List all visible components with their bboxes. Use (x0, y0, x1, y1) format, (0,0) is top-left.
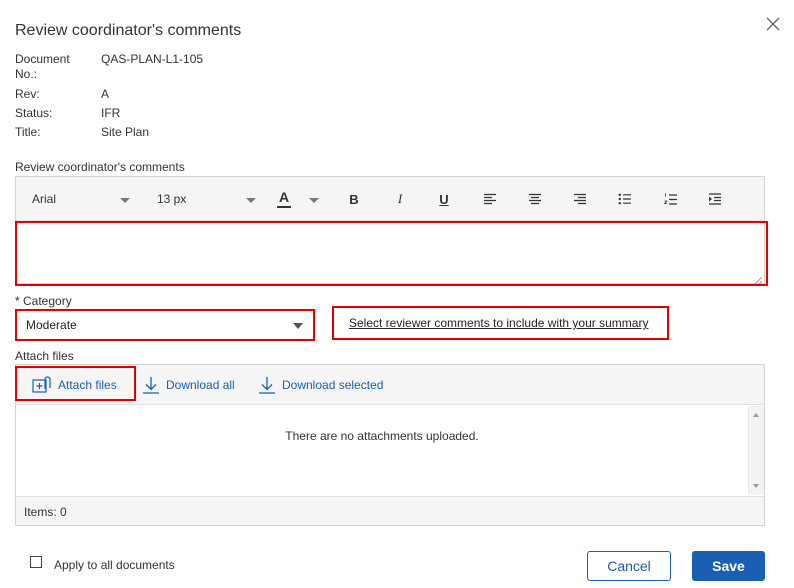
font-color-button[interactable]: A (271, 177, 297, 221)
chevron-down-icon (120, 198, 130, 203)
highlight-box (15, 309, 315, 341)
editor-toolbar: Arial 13 px A B I U (16, 177, 764, 221)
highlight-box (332, 306, 669, 340)
title-label: Title: (15, 125, 41, 139)
download-icon (143, 377, 159, 394)
apply-all-checkbox[interactable] (30, 556, 42, 568)
download-selected-button[interactable]: Download selected (258, 365, 383, 405)
align-center-button[interactable] (523, 177, 547, 221)
download-all-button[interactable]: Download all (142, 365, 235, 405)
bullet-list-icon (618, 193, 631, 205)
align-center-icon (529, 193, 541, 205)
font-size-select[interactable]: 13 px (140, 177, 266, 221)
underline-button[interactable]: U (432, 177, 456, 221)
attachments-list: There are no attachments uploaded. (16, 406, 748, 495)
scroll-down-icon[interactable] (753, 484, 759, 488)
items-count: Items: 0 (24, 505, 67, 519)
highlight-box (15, 366, 136, 401)
status-value: IFR (101, 106, 121, 120)
font-color-dropdown[interactable] (304, 177, 324, 221)
bullet-list-button[interactable] (613, 177, 637, 221)
attachments-scrollbar[interactable] (748, 406, 764, 495)
indent-icon (709, 193, 721, 205)
dialog-title: Review coordinator's comments (15, 22, 242, 39)
attachments-footer: Items: 0 (16, 496, 764, 525)
numbered-list-icon (664, 193, 677, 205)
doc-no-label: Document No.: (15, 52, 70, 81)
doc-no-value: QAS-PLAN-L1-105 (101, 52, 204, 66)
status-label: Status: (15, 106, 53, 120)
align-right-button[interactable] (568, 177, 592, 221)
numbered-list-button[interactable] (659, 177, 683, 221)
close-icon[interactable] (763, 14, 783, 34)
align-left-button[interactable] (478, 177, 502, 221)
scroll-up-icon[interactable] (753, 413, 759, 417)
attach-files-label: Attach files (15, 349, 74, 363)
indent-button[interactable] (703, 177, 727, 221)
download-icon (259, 377, 275, 394)
empty-attachments-message: There are no attachments uploaded. (285, 429, 479, 443)
save-button[interactable]: Save (692, 551, 765, 581)
highlight-box (15, 221, 768, 286)
cancel-button[interactable]: Cancel (587, 551, 671, 581)
align-left-icon (484, 193, 496, 205)
align-right-icon (574, 193, 586, 205)
chevron-down-icon (246, 198, 256, 203)
bold-button[interactable]: B (342, 177, 366, 221)
apply-all-label: Apply to all documents (54, 558, 175, 572)
font-color-icon: A (278, 189, 290, 205)
rev-label: Rev: (15, 87, 40, 101)
comments-label: Review coordinator's comments (15, 160, 185, 174)
category-label: * Category (15, 294, 72, 308)
font-family-select[interactable]: Arial (16, 177, 140, 221)
title-value: Site Plan (101, 125, 150, 139)
chevron-down-icon (309, 198, 319, 203)
italic-button[interactable]: I (388, 177, 412, 221)
rev-value: A (101, 87, 110, 101)
